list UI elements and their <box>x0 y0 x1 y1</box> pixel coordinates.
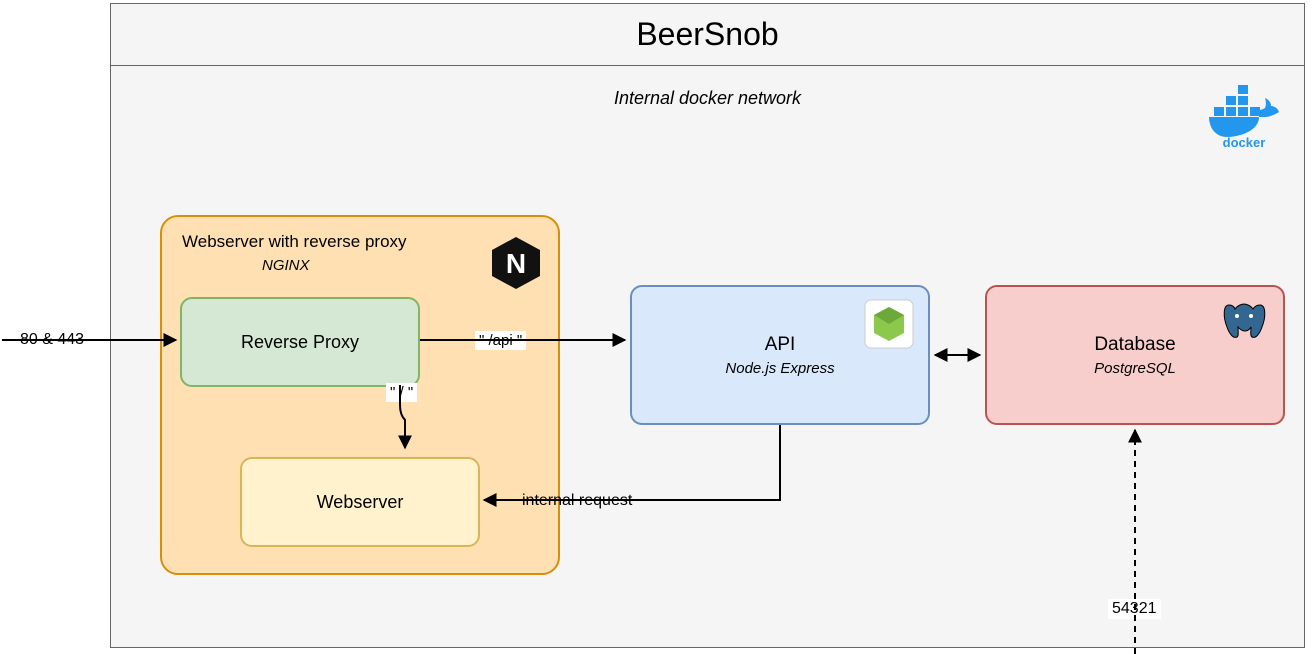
nodejs-logo-icon <box>864 299 914 349</box>
postgresql-logo-icon <box>1221 299 1267 347</box>
route-api-label: " /api " <box>475 331 526 350</box>
database-node: Database PostgreSQL <box>985 285 1285 425</box>
network-label: Internal docker network <box>111 88 1304 109</box>
api-node: API Node.js Express <box>630 285 930 425</box>
nginx-title: Webserver with reverse proxy <box>182 232 407 252</box>
database-title: Database <box>1094 334 1175 356</box>
internal-request-label: internal request <box>518 491 636 511</box>
nginx-logo-icon: N <box>488 235 544 291</box>
webserver-node: Webserver <box>240 457 480 547</box>
db-port-label: 54321 <box>1108 599 1161 619</box>
route-root-label: " / " <box>386 383 417 402</box>
reverse-proxy-label: Reverse Proxy <box>241 332 359 353</box>
system-title: BeerSnob <box>111 4 1304 66</box>
webserver-label: Webserver <box>317 492 404 513</box>
svg-text:docker: docker <box>1223 135 1266 149</box>
database-subtitle: PostgreSQL <box>1094 360 1176 377</box>
api-title: API <box>765 334 796 356</box>
nginx-container: Webserver with reverse proxy NGINX N Rev… <box>160 215 560 575</box>
api-subtitle: Node.js Express <box>725 360 834 377</box>
docker-logo-icon: docker <box>1204 79 1284 149</box>
ingress-ports-label: 80 & 443 <box>16 330 88 350</box>
nginx-subtitle: NGINX <box>262 257 310 274</box>
reverse-proxy-node: Reverse Proxy <box>180 297 420 387</box>
svg-text:N: N <box>506 248 526 279</box>
